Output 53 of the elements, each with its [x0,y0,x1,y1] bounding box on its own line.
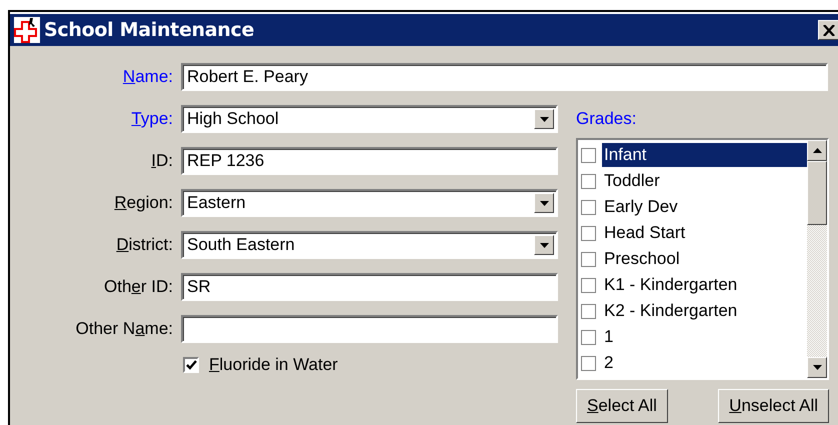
checkbox[interactable] [581,304,596,318]
scroll-up-button[interactable] [807,140,827,161]
down-arrow-icon [812,365,822,370]
dropdown-field[interactable]: South Eastern [181,231,558,259]
checkbox[interactable] [581,148,596,162]
field-label: Other Name: [74,319,174,339]
caret-icon [540,200,548,206]
checkbox[interactable] [581,226,596,240]
action-button[interactable]: Unselect All [718,389,829,423]
checkbox[interactable] [581,174,596,188]
field-label: Type: [130,109,174,129]
dropdown-button[interactable] [534,235,554,255]
window-title: School Maintenance [44,19,254,41]
field-label: District: [115,235,174,255]
scrollbar[interactable] [807,140,827,378]
field-label: Region: [113,193,174,213]
close-button[interactable] [818,20,838,40]
dropdown-button[interactable] [534,109,554,129]
list-item[interactable]: Head Start [602,221,688,245]
checkbox[interactable] [581,252,596,266]
list-item[interactable]: K2 - Kindergarten [602,299,740,323]
field-label: ID: [150,151,174,171]
text-field[interactable]: Robert E. Peary [181,63,828,91]
checkbox[interactable] [183,357,199,373]
grades-label: Grades: [576,109,636,129]
caret-icon [540,242,548,248]
close-icon [823,24,835,36]
list-item[interactable]: Early Dev [602,195,680,219]
list-item[interactable]: K1 - Kindergarten [602,273,740,297]
field-label: Other ID: [103,277,174,297]
scroll-down-button[interactable] [807,357,827,378]
text-field[interactable]: REP 1236 [181,147,558,175]
dropdown-button[interactable] [534,193,554,213]
caret-icon [540,116,548,122]
checkbox[interactable] [581,330,596,344]
scroll-thumb[interactable] [807,161,827,225]
text-field[interactable] [181,315,558,343]
checkbox[interactable] [581,356,596,370]
dropdown-field[interactable]: High School [181,105,558,133]
list-item[interactable]: 2 [602,351,616,375]
checkbox-label: Fluoride in Water [209,355,338,375]
checkbox[interactable] [581,200,596,214]
up-arrow-icon [812,148,822,153]
action-button[interactable]: Select All [576,389,668,423]
list-item[interactable]: Infant [602,143,807,167]
list-item[interactable]: Preschool [602,247,682,271]
checkbox[interactable] [581,278,596,292]
list-item[interactable]: 1 [602,325,616,349]
dropdown-field[interactable]: Eastern [181,189,558,217]
field-label: Name: [122,67,174,87]
list-item[interactable]: Toddler [602,169,662,193]
text-field[interactable]: SR [181,273,558,301]
medical-cross-icon [14,17,40,43]
